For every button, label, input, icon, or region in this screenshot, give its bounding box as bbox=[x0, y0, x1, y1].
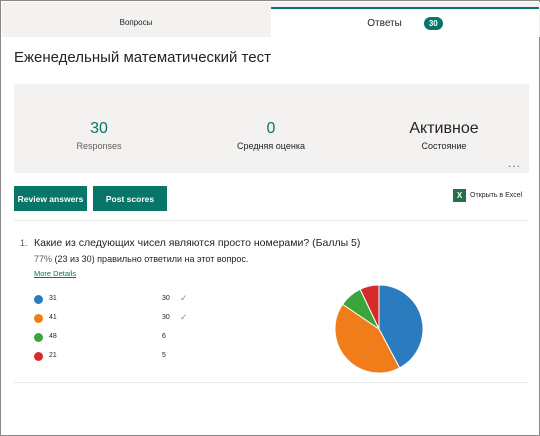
legend-item: 21 5 bbox=[34, 351, 194, 363]
open-in-excel-button[interactable]: X Открыть в Excel bbox=[453, 189, 522, 202]
summary-panel: 30 Responses 0 Средняя оценка Активное С… bbox=[14, 84, 529, 173]
more-details-link[interactable]: More Details bbox=[34, 269, 76, 278]
question-stat-text: (23 из 30) правильно ответили на этот во… bbox=[52, 254, 249, 264]
stat-average: 0 Средняя оценка bbox=[186, 120, 356, 151]
correct-check-icon: ✓ bbox=[180, 293, 188, 303]
post-scores-button[interactable]: Post scores bbox=[93, 186, 167, 211]
tab-answers-label: Ответы bbox=[367, 17, 402, 29]
legend-swatch bbox=[34, 295, 43, 304]
average-value: 0 bbox=[266, 120, 276, 137]
open-in-excel-label: Открыть в Excel bbox=[470, 192, 523, 199]
legend-item: 41 30 ✓ bbox=[34, 312, 194, 325]
state-value: Активное bbox=[409, 120, 479, 137]
question-number: 1. bbox=[20, 238, 28, 248]
legend-count: 30 bbox=[162, 295, 170, 302]
tab-bar: Вопросы Ответы 30 bbox=[2, 2, 540, 37]
divider bbox=[14, 382, 529, 383]
legend-swatch bbox=[34, 333, 43, 342]
stat-responses: 30 Responses bbox=[14, 120, 184, 151]
divider bbox=[14, 220, 529, 221]
question-text: Какие из следующих чисел являются просто… bbox=[34, 237, 361, 249]
legend-count: 5 bbox=[162, 352, 166, 359]
legend-label: 48 bbox=[49, 333, 57, 340]
tab-questions-label: Вопросы bbox=[119, 17, 153, 27]
question-stat: 77% (23 из 30) правильно ответили на это… bbox=[34, 254, 248, 264]
legend-swatch bbox=[34, 352, 43, 361]
responses-label: Responses bbox=[76, 141, 122, 151]
legend-label: 21 bbox=[49, 352, 57, 359]
legend-item: 48 6 bbox=[34, 332, 194, 344]
stat-state: Активное Состояние bbox=[359, 120, 529, 151]
legend-count: 6 bbox=[162, 333, 166, 340]
window-frame: Вопросы Ответы 30 Еженедельный математич… bbox=[0, 0, 540, 436]
tab-answers[interactable]: Ответы 30 bbox=[271, 7, 539, 37]
more-options-button[interactable]: ... bbox=[508, 156, 521, 170]
answers-count-badge: 30 bbox=[423, 16, 443, 30]
legend-swatch bbox=[34, 314, 43, 323]
legend-item: 31 30 ✓ bbox=[34, 293, 194, 306]
state-label: Состояние bbox=[421, 141, 467, 151]
legend-label: 41 bbox=[49, 314, 57, 321]
correct-check-icon: ✓ bbox=[180, 312, 188, 322]
legend-label: 31 bbox=[49, 295, 57, 302]
responses-value: 30 bbox=[90, 120, 108, 137]
legend-count: 30 bbox=[162, 314, 170, 321]
tab-questions[interactable]: Вопросы bbox=[2, 7, 270, 37]
form-title: Еженедельный математический тест bbox=[14, 49, 271, 66]
excel-icon: X bbox=[453, 189, 466, 202]
average-label: Средняя оценка bbox=[237, 141, 305, 151]
question-percent: 77% bbox=[34, 254, 53, 264]
answers-pie-chart bbox=[334, 284, 424, 374]
review-answers-button[interactable]: Review answers bbox=[14, 186, 87, 211]
